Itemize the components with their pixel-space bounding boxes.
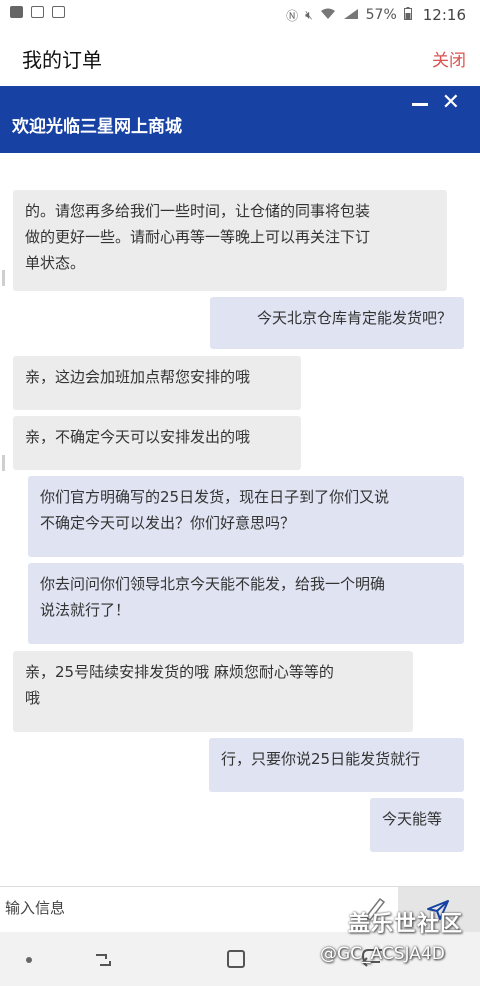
page-title: 我的订单 — [22, 48, 102, 72]
battery-icon — [403, 7, 412, 23]
message-agent: 的。请您再多给我们一些时间，让仓储的同事将包装 做的更好一些。请耐心再等一等晚上… — [13, 190, 447, 291]
status-right-icons: Ⓝ 🔇︎ 57% 12:16 — [286, 6, 466, 24]
signal-icon — [343, 8, 359, 23]
message-user: 今天北京仓库肯定能发货吧？ — [210, 297, 464, 349]
scroll-edge-mark — [2, 455, 5, 471]
clock: 12:16 — [422, 6, 466, 24]
watermark-user: @GC_ACSJA4D — [320, 944, 445, 964]
mute-icon: 🔇︎ — [305, 7, 313, 22]
nav-dot-icon — [26, 957, 32, 963]
close-icon[interactable]: ✕ — [442, 92, 460, 114]
scroll-edge-mark — [2, 270, 5, 286]
banner-title: 欢迎光临三星网上商城 — [12, 117, 182, 137]
status-left-icons — [10, 6, 65, 18]
wifi-icon — [320, 8, 336, 23]
message-user: 你们官方明确写的25日发货，现在日子到了你们又说 不确定今天可以发出？你们好意思… — [28, 476, 464, 557]
minimize-icon[interactable] — [412, 94, 430, 112]
close-button[interactable]: 关闭 — [432, 46, 466, 71]
nav-recent-icon[interactable] — [92, 949, 114, 975]
message-agent: 亲，不确定今天可以安排发出的哦 — [13, 416, 301, 470]
message-input[interactable]: 输入信息 — [5, 897, 65, 918]
gallery-icon — [31, 6, 44, 18]
message-user: 今天能等 — [370, 798, 464, 852]
message-agent: 亲，这边会加班加点帮您安排的哦 — [13, 356, 301, 410]
status-bar: Ⓝ 🔇︎ 57% 12:16 — [0, 0, 480, 30]
nav-home-icon[interactable] — [227, 950, 245, 968]
message-agent: 亲，25号陆续安排发货的哦 麻烦您耐心等等的 哦 — [13, 651, 413, 732]
camera-icon — [10, 6, 23, 18]
check-icon — [52, 6, 65, 18]
message-user: 行，只要你说25日能发货就行 — [209, 738, 464, 792]
nfc-icon: Ⓝ — [286, 8, 299, 23]
message-user: 你去问问你们领导北京今天能不能发，给我一个明确 说法就行了！ — [28, 563, 464, 644]
chat-banner: 欢迎光临三星网上商城 ✕ — [0, 86, 480, 153]
watermark-brand: 盖乐世社区 — [348, 912, 464, 937]
app-header: 我的订单 关闭 — [0, 30, 480, 85]
battery-percent: 57% — [365, 7, 397, 23]
